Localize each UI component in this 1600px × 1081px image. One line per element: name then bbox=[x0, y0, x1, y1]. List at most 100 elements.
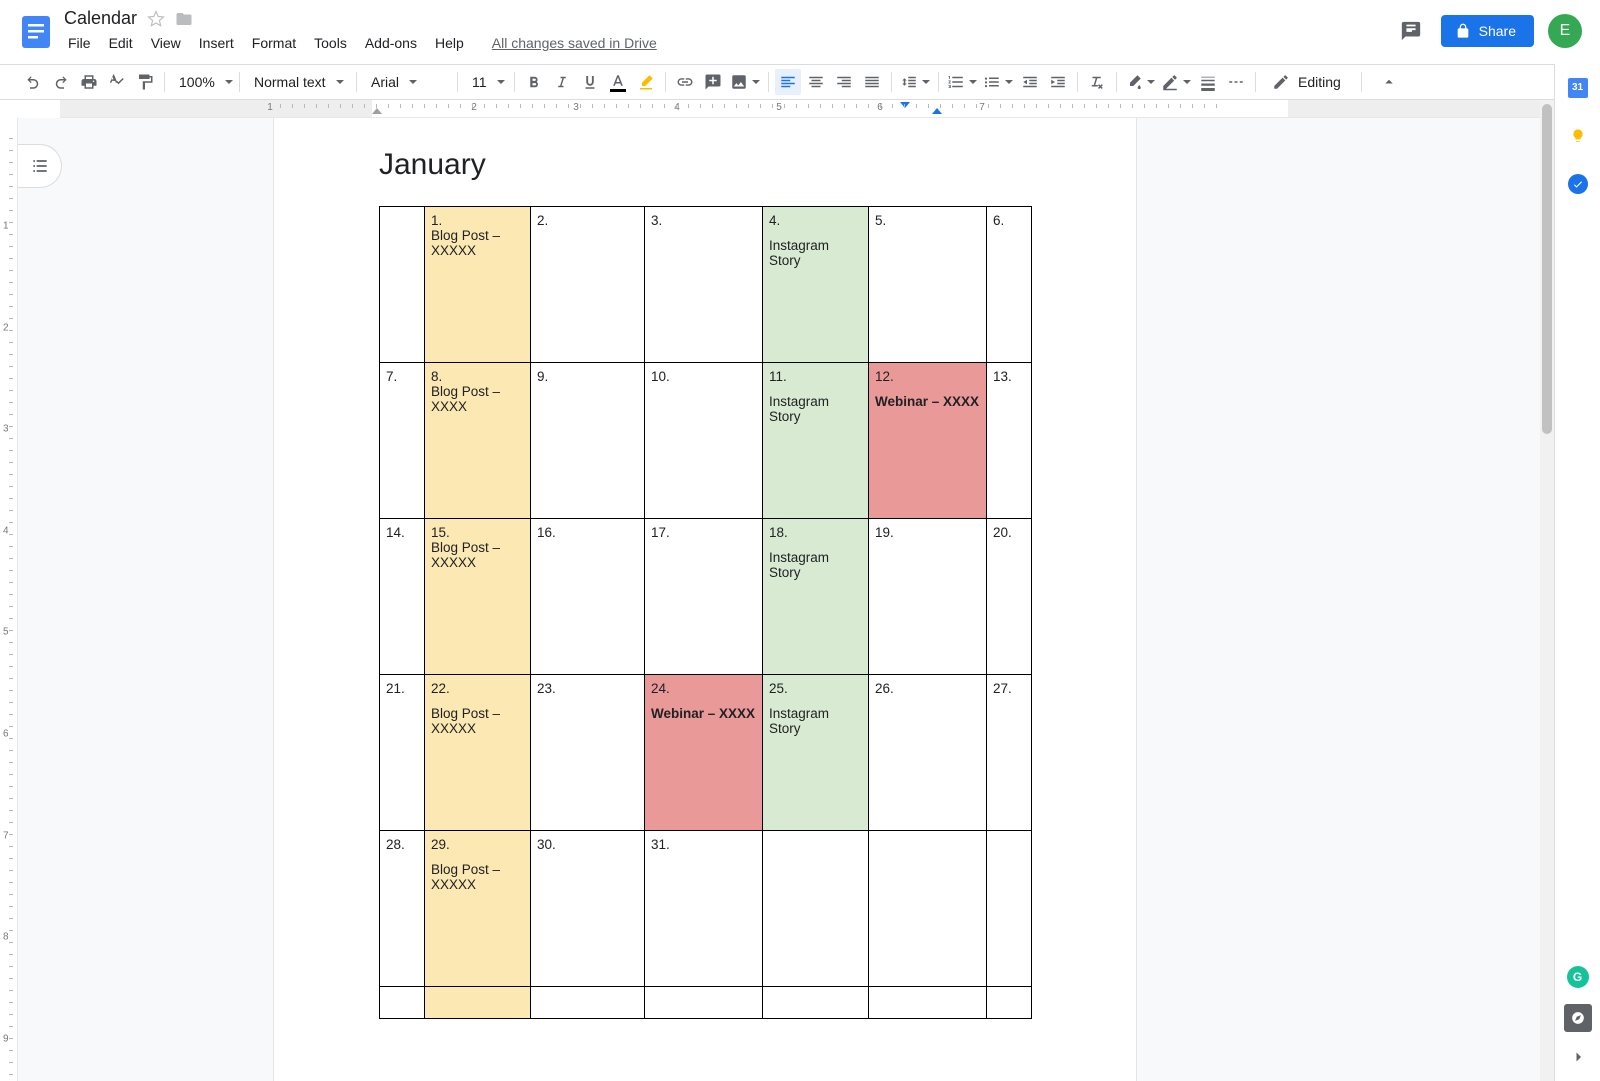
share-button[interactable]: Share bbox=[1441, 15, 1534, 47]
calendar-cell[interactable]: 3. bbox=[645, 207, 763, 363]
calendar-cell[interactable]: 10. bbox=[645, 363, 763, 519]
calendar-cell[interactable] bbox=[869, 831, 987, 987]
calendar-cell[interactable]: 14. bbox=[380, 519, 425, 675]
redo-button[interactable] bbox=[48, 69, 74, 95]
highlight-color-button[interactable] bbox=[633, 69, 659, 95]
calendar-cell[interactable] bbox=[763, 831, 869, 987]
align-justify-button[interactable] bbox=[859, 69, 885, 95]
save-status[interactable]: All changes saved in Drive bbox=[492, 35, 657, 51]
menu-help[interactable]: Help bbox=[427, 31, 472, 55]
clear-formatting-button[interactable] bbox=[1084, 69, 1110, 95]
calendar-cell[interactable] bbox=[763, 987, 869, 1019]
calendar-cell[interactable]: 9. bbox=[531, 363, 645, 519]
calendar-cell[interactable]: 18.Instagram Story bbox=[763, 519, 869, 675]
star-icon[interactable] bbox=[147, 10, 165, 28]
docs-logo-icon[interactable] bbox=[16, 12, 56, 52]
menu-tools[interactable]: Tools bbox=[306, 31, 355, 55]
move-folder-icon[interactable] bbox=[175, 10, 193, 28]
menu-edit[interactable]: Edit bbox=[101, 31, 141, 55]
calendar-cell[interactable] bbox=[380, 207, 425, 363]
menu-format[interactable]: Format bbox=[244, 31, 304, 55]
calendar-cell[interactable]: 2. bbox=[531, 207, 645, 363]
calendar-cell[interactable]: 25.Instagram Story bbox=[763, 675, 869, 831]
editing-mode-select[interactable]: Editing bbox=[1262, 69, 1355, 95]
comments-button[interactable] bbox=[1395, 15, 1427, 47]
calendar-cell[interactable] bbox=[645, 987, 763, 1019]
document-canvas[interactable]: January 1.Blog Post – XXXXX2.3.4.Instagr… bbox=[18, 118, 1554, 1081]
numbered-list-button[interactable] bbox=[945, 69, 979, 95]
calendar-cell[interactable]: 16. bbox=[531, 519, 645, 675]
calendar-cell[interactable] bbox=[531, 987, 645, 1019]
calendar-cell[interactable]: 19. bbox=[869, 519, 987, 675]
collapse-toolbar-button[interactable] bbox=[1376, 69, 1402, 95]
calendar-cell[interactable]: 13. bbox=[987, 363, 1032, 519]
calendar-cell[interactable] bbox=[987, 831, 1032, 987]
menu-view[interactable]: View bbox=[143, 31, 189, 55]
indent-marker-icon[interactable] bbox=[372, 108, 382, 114]
calendar-cell[interactable]: 27. bbox=[987, 675, 1032, 831]
increase-indent-button[interactable] bbox=[1045, 69, 1071, 95]
calendar-cell[interactable]: 21. bbox=[380, 675, 425, 831]
insert-image-button[interactable] bbox=[728, 69, 762, 95]
calendar-cell[interactable] bbox=[425, 987, 531, 1019]
border-color-button[interactable] bbox=[1159, 69, 1193, 95]
horizontal-ruler[interactable]: 1 2 3 4 5 6 7 bbox=[60, 100, 1544, 118]
bold-button[interactable] bbox=[521, 69, 547, 95]
border-width-button[interactable] bbox=[1195, 69, 1221, 95]
calendar-addon-icon[interactable]: 31 bbox=[1568, 78, 1588, 98]
align-left-button[interactable] bbox=[775, 69, 801, 95]
calendar-cell[interactable]: 28. bbox=[380, 831, 425, 987]
calendar-cell[interactable]: 17. bbox=[645, 519, 763, 675]
tasks-addon-icon[interactable] bbox=[1568, 174, 1588, 194]
calendar-cell[interactable]: 11.Instagram Story bbox=[763, 363, 869, 519]
explore-button[interactable] bbox=[1564, 1004, 1592, 1032]
calendar-cell[interactable] bbox=[380, 987, 425, 1019]
keep-addon-icon[interactable] bbox=[1570, 126, 1586, 146]
document-title[interactable]: Calendar bbox=[64, 8, 137, 29]
calendar-cell[interactable] bbox=[987, 987, 1032, 1019]
document-outline-button[interactable] bbox=[18, 144, 62, 188]
bulleted-list-button[interactable] bbox=[981, 69, 1015, 95]
insert-comment-button[interactable] bbox=[700, 69, 726, 95]
menu-insert[interactable]: Insert bbox=[191, 31, 242, 55]
calendar-cell[interactable]: 6. bbox=[987, 207, 1032, 363]
calendar-cell[interactable]: 26. bbox=[869, 675, 987, 831]
fill-color-button[interactable] bbox=[1123, 69, 1157, 95]
calendar-cell[interactable]: 30. bbox=[531, 831, 645, 987]
indent-marker-icon[interactable] bbox=[932, 108, 942, 114]
underline-button[interactable] bbox=[577, 69, 603, 95]
calendar-cell[interactable]: 5. bbox=[869, 207, 987, 363]
calendar-cell[interactable]: 12.Webinar – XXXX bbox=[869, 363, 987, 519]
calendar-cell[interactable]: 20. bbox=[987, 519, 1032, 675]
insert-link-button[interactable] bbox=[672, 69, 698, 95]
grammarly-icon[interactable]: G bbox=[1567, 966, 1589, 988]
align-center-button[interactable] bbox=[803, 69, 829, 95]
calendar-cell[interactable]: 4.Instagram Story bbox=[763, 207, 869, 363]
calendar-cell[interactable]: 31. bbox=[645, 831, 763, 987]
calendar-cell[interactable]: 8.Blog Post – XXXX bbox=[425, 363, 531, 519]
menu-addons[interactable]: Add-ons bbox=[357, 31, 425, 55]
page-heading[interactable]: January bbox=[379, 148, 1031, 182]
calendar-cell[interactable]: 7. bbox=[380, 363, 425, 519]
decrease-indent-button[interactable] bbox=[1017, 69, 1043, 95]
calendar-cell[interactable]: 1.Blog Post – XXXXX bbox=[425, 207, 531, 363]
calendar-table[interactable]: 1.Blog Post – XXXXX2.3.4.Instagram Story… bbox=[379, 206, 1032, 1019]
font-size-select[interactable]: 11 bbox=[464, 69, 508, 95]
paint-format-button[interactable] bbox=[132, 69, 158, 95]
calendar-cell[interactable] bbox=[869, 987, 987, 1019]
line-spacing-button[interactable] bbox=[898, 69, 932, 95]
zoom-select[interactable]: 100% bbox=[171, 69, 233, 95]
calendar-cell[interactable]: 15.Blog Post – XXXXX bbox=[425, 519, 531, 675]
border-dash-button[interactable] bbox=[1223, 69, 1249, 95]
calendar-cell[interactable]: 22.Blog Post – XXXXX bbox=[425, 675, 531, 831]
vertical-scrollbar[interactable] bbox=[1540, 100, 1554, 1081]
scrollbar-thumb[interactable] bbox=[1542, 104, 1552, 434]
hide-sidepanel-button[interactable] bbox=[1569, 1048, 1587, 1069]
align-right-button[interactable] bbox=[831, 69, 857, 95]
print-button[interactable] bbox=[76, 69, 102, 95]
undo-button[interactable] bbox=[20, 69, 46, 95]
calendar-cell[interactable]: 24.Webinar – XXXX bbox=[645, 675, 763, 831]
calendar-cell[interactable]: 29.Blog Post – XXXXX bbox=[425, 831, 531, 987]
account-avatar[interactable]: E bbox=[1548, 14, 1582, 48]
paragraph-style-select[interactable]: Normal text bbox=[246, 69, 350, 95]
